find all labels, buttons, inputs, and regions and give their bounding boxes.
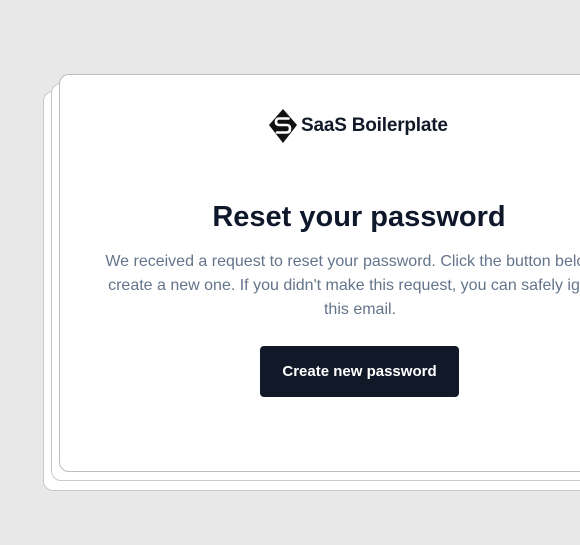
brand-name: SaaS Boilerplate bbox=[301, 115, 448, 136]
create-new-password-button[interactable]: Create new password bbox=[260, 346, 459, 397]
reset-message: We received a request to reset your pass… bbox=[105, 253, 580, 318]
saas-s-diamond-icon bbox=[269, 109, 297, 143]
brand-header: SaaS Boilerplate bbox=[268, 108, 448, 144]
page-title: Reset your password bbox=[212, 201, 506, 233]
email-preview: SaaS Boilerplate Reset your password We … bbox=[0, 0, 580, 545]
